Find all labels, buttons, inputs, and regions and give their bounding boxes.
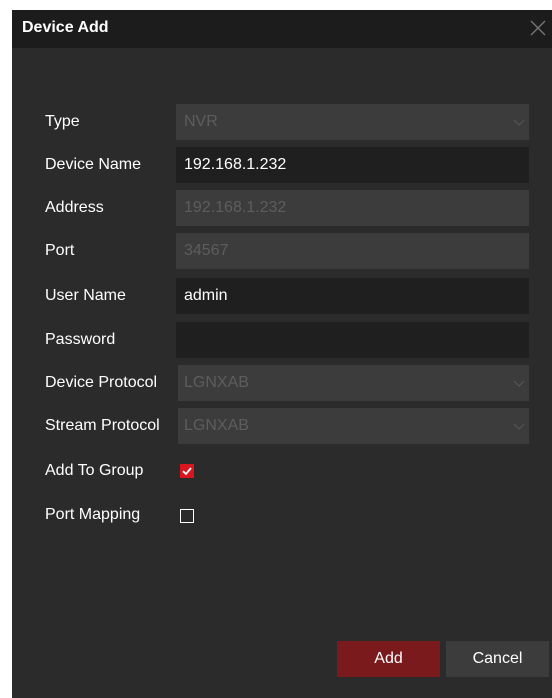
password-input[interactable]: [176, 322, 529, 358]
device-protocol-label: Device Protocol: [45, 374, 158, 391]
close-icon[interactable]: [528, 18, 548, 38]
port-mapping-label: Port Mapping: [45, 506, 141, 523]
chevron-down-icon: [513, 419, 525, 431]
stream-protocol-value: LGNXAB: [184, 417, 249, 434]
chevron-down-icon: [513, 376, 525, 388]
port-label: Port: [45, 242, 75, 259]
device-name-input[interactable]: [176, 147, 529, 183]
user-name-label: User Name: [45, 287, 126, 304]
device-protocol-value: LGNXAB: [184, 374, 249, 391]
add-to-group-row: Add To Group: [12, 453, 552, 489]
port-mapping-row: Port Mapping: [12, 497, 552, 533]
cancel-button[interactable]: Cancel: [446, 641, 549, 677]
password-row: Password: [12, 322, 552, 358]
dialog-title: Device Add: [22, 19, 109, 36]
add-to-group-label: Add To Group: [45, 462, 144, 479]
chevron-down-icon: [513, 115, 525, 127]
type-select[interactable]: NVR: [176, 104, 529, 140]
address-label: Address: [45, 199, 104, 216]
port-input: [176, 233, 529, 269]
type-row: Type NVR: [12, 104, 552, 140]
device-name-row: Device Name: [12, 147, 552, 183]
user-name-input[interactable]: [176, 278, 529, 314]
dialog-titlebar: Device Add: [12, 10, 552, 48]
address-input: [176, 190, 529, 226]
port-row: Port: [12, 233, 552, 269]
port-mapping-checkbox[interactable]: [180, 509, 194, 523]
type-select-value: NVR: [184, 113, 218, 130]
stream-protocol-label: Stream Protocol: [45, 417, 160, 434]
stream-protocol-select[interactable]: LGNXAB: [178, 408, 529, 444]
add-to-group-checkbox[interactable]: [180, 464, 194, 478]
stream-protocol-row: Stream Protocol LGNXAB: [12, 408, 552, 444]
device-add-dialog: Device Add Type NVR Device Name Address …: [12, 10, 552, 698]
device-protocol-select[interactable]: LGNXAB: [178, 365, 529, 401]
add-button[interactable]: Add: [337, 641, 440, 677]
password-label: Password: [45, 331, 116, 348]
device-name-label: Device Name: [45, 156, 142, 173]
type-label: Type: [45, 113, 80, 130]
address-row: Address: [12, 190, 552, 226]
device-protocol-row: Device Protocol LGNXAB: [12, 365, 552, 401]
checkmark-icon: [182, 467, 192, 476]
user-name-row: User Name: [12, 278, 552, 314]
